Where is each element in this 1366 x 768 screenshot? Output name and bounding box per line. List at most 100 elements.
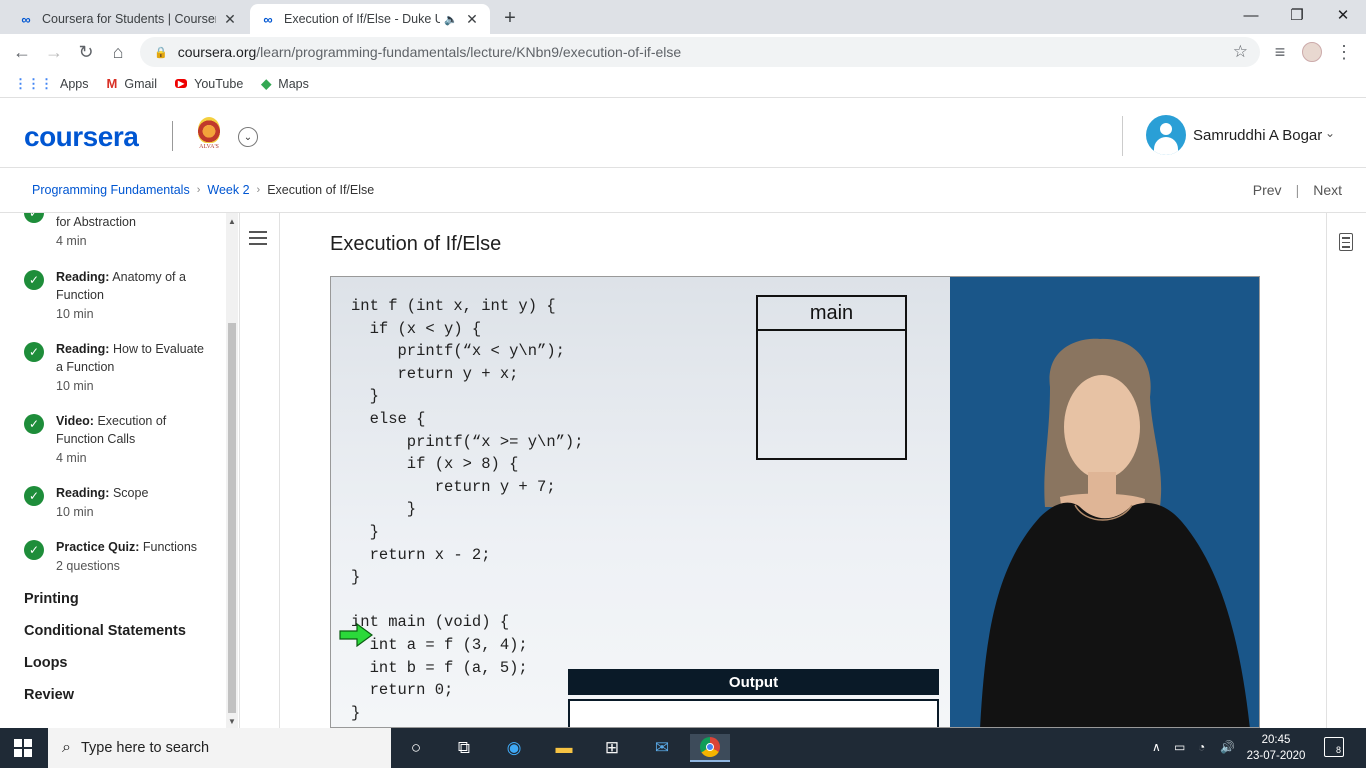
code-line: printf(“x >= y\n”); xyxy=(351,432,584,451)
check-circle-icon: ✓ xyxy=(24,486,44,506)
tab-title: Coursera for Students | Coursera xyxy=(42,12,216,26)
cortana-icon[interactable]: ○ xyxy=(396,734,436,762)
breadcrumb-week[interactable]: Week 2 xyxy=(207,183,249,197)
list-toggle-icon[interactable] xyxy=(249,231,267,249)
scroll-down-icon[interactable]: ▼ xyxy=(228,717,236,726)
minimize-button[interactable]: — xyxy=(1228,0,1274,30)
institution-logo[interactable]: ALVA'S xyxy=(194,117,224,155)
bookmark-label: Gmail xyxy=(124,76,157,91)
wifi-icon[interactable]: ◔ xyxy=(1198,740,1205,754)
windows-start-icon[interactable] xyxy=(14,739,32,757)
taskbar-clock[interactable]: 20:45 23-07-2020 xyxy=(1244,732,1308,764)
bookmark-label: Apps xyxy=(60,76,89,91)
user-avatar-icon[interactable] xyxy=(1146,115,1186,155)
notification-center-icon[interactable]: 8 xyxy=(1324,737,1344,757)
sidebar-item-label: Functions xyxy=(142,540,198,554)
volume-icon[interactable]: 🔊 xyxy=(1220,740,1235,754)
video-player[interactable]: int f (int x, int y) { if (x < y) { prin… xyxy=(330,276,1260,728)
gmail-icon: M xyxy=(106,76,118,91)
speaker-icon[interactable]: 🔈 xyxy=(444,13,458,26)
sidebar-item-scope[interactable]: ✓ Reading: Scope 10 min xyxy=(24,484,214,522)
mail-icon[interactable]: ✉ xyxy=(642,734,682,762)
breadcrumb-bar: Programming Fundamentals › Week 2 › Exec… xyxy=(0,168,1366,213)
media-control-icon[interactable]: ≡ xyxy=(1268,40,1292,64)
microsoft-store-icon[interactable]: ⊞ xyxy=(592,734,632,762)
sidebar-item-type: Reading: xyxy=(56,342,110,356)
prev-button[interactable]: Prev xyxy=(1253,182,1282,198)
coursera-logo[interactable]: coursera xyxy=(24,121,139,153)
file-explorer-icon[interactable]: ▬ xyxy=(544,734,584,762)
sidebar-section-review[interactable]: Review xyxy=(24,687,74,703)
output-area xyxy=(568,699,939,727)
apps-grid-icon: ⋮⋮⋮ xyxy=(14,75,53,91)
code-line: if (x > 8) { xyxy=(351,455,519,474)
sidebar-item-label: Scope xyxy=(112,486,149,500)
sidebar-item-meta: 10 min xyxy=(56,307,94,321)
close-icon[interactable]: ✕ xyxy=(222,11,238,27)
breadcrumb-course[interactable]: Programming Fundamentals xyxy=(32,183,190,197)
bookmark-youtube[interactable]: ▶ YouTube xyxy=(175,77,243,91)
breadcrumb: Programming Fundamentals › Week 2 › Exec… xyxy=(32,183,374,197)
sidebar-item-type: Practice Quiz: xyxy=(56,540,140,554)
sidebar-section-printing[interactable]: Printing xyxy=(24,591,79,607)
sidebar-item-execution-of-function-calls[interactable]: ✓ Video: Execution of Function Calls 4 m… xyxy=(24,412,214,468)
code-line: int b = f (a, 5); xyxy=(351,658,528,677)
user-menu-chevron-icon[interactable]: ⌄ xyxy=(1325,126,1335,140)
sidebar-item-type: Reading: xyxy=(56,270,110,284)
sidebar-item-anatomy-of-a-function[interactable]: ✓ Reading: Anatomy of a Function 10 min xyxy=(24,268,214,324)
chrome-taskbar-icon[interactable] xyxy=(690,734,730,762)
bookmark-apps[interactable]: ⋮⋮⋮ Apps xyxy=(14,76,89,92)
home-button[interactable]: ⌂ xyxy=(106,40,130,64)
sidebar-section-loops[interactable]: Loops xyxy=(24,655,68,671)
prev-next-nav: Prev | Next xyxy=(1253,182,1342,198)
tab-execution-of-if-else[interactable]: ∞ Execution of If/Else - Duke U 🔈 ✕ xyxy=(250,4,490,34)
sidebar-item-how-to-evaluate[interactable]: ✓ Reading: How to Evaluate a Function 10… xyxy=(24,340,214,396)
breadcrumb-chevron-icon: › xyxy=(196,184,201,196)
back-button[interactable]: ← xyxy=(10,40,34,64)
user-name[interactable]: Samruddhi A Bogar xyxy=(1193,127,1322,144)
chevron-down-icon[interactable]: ⌄ xyxy=(238,127,258,147)
notes-icon[interactable] xyxy=(1339,233,1353,251)
check-circle-icon: ✓ xyxy=(24,213,44,223)
next-button[interactable]: Next xyxy=(1313,182,1342,198)
sidebar-scrollbar[interactable]: ▲ ▼ xyxy=(226,213,238,728)
scroll-up-icon[interactable]: ▲ xyxy=(228,217,236,226)
task-view-icon[interactable]: ⧉ xyxy=(444,734,484,762)
bookmark-gmail[interactable]: M Gmail xyxy=(107,76,158,91)
search-icon: ⌕ xyxy=(62,739,71,756)
close-window-button[interactable]: ✕ xyxy=(1320,0,1366,30)
presenter-video xyxy=(950,277,1259,727)
sidebar-section-conditional-statements[interactable]: Conditional Statements xyxy=(24,623,186,639)
tray-chevron-up-icon[interactable]: ∧ xyxy=(1152,740,1161,754)
bookmark-maps[interactable]: ◆ Maps xyxy=(261,76,309,92)
check-circle-icon: ✓ xyxy=(24,540,44,560)
scrollbar-thumb[interactable] xyxy=(228,323,236,713)
close-icon[interactable]: ✕ xyxy=(464,11,480,27)
code-line: if (x < y) { xyxy=(351,319,482,338)
taskbar-search-input[interactable]: ⌕ Type here to search xyxy=(48,728,391,768)
battery-icon[interactable]: ▭ xyxy=(1174,740,1185,754)
reload-button[interactable]: ↻ xyxy=(74,40,98,64)
youtube-icon: ▶ xyxy=(175,79,188,88)
breadcrumb-current: Execution of If/Else xyxy=(267,183,375,197)
institution-label: ALVA'S xyxy=(199,144,219,150)
sidebar-item-partial[interactable]: ✓ for Abstraction 4 min xyxy=(24,213,214,251)
bookmark-star-icon[interactable]: ☆ xyxy=(1233,42,1248,62)
sidebar-item-type: Reading: xyxy=(56,486,110,500)
course-sidebar: ✓ for Abstraction 4 min ✓ Reading: Anato… xyxy=(0,213,240,728)
sidebar-item-practice-quiz-functions[interactable]: ✓ Practice Quiz: Functions 2 questions xyxy=(24,538,214,576)
forward-button[interactable]: → xyxy=(42,40,66,64)
sidebar-item-type: Video: xyxy=(56,414,94,428)
windows-taskbar: ⌕ Type here to search ○ ⧉ ◉ ▬ ⊞ ✉ ∧ ▭ ◔ … xyxy=(0,728,1366,768)
coursera-favicon-icon: ∞ xyxy=(21,11,31,27)
maps-icon: ◆ xyxy=(261,75,272,91)
restore-button[interactable]: ❐ xyxy=(1274,0,1320,30)
edge-browser-icon[interactable]: ◉ xyxy=(494,734,534,762)
menu-icon[interactable]: ⋮ xyxy=(1332,40,1356,64)
check-circle-icon: ✓ xyxy=(24,414,44,434)
institution-seal-icon xyxy=(198,117,220,143)
new-tab-button[interactable]: + xyxy=(498,6,522,30)
profile-avatar-icon[interactable] xyxy=(1300,40,1324,64)
tab-coursera-for-students[interactable]: ∞ Coursera for Students | Coursera ✕ xyxy=(8,4,248,34)
address-bar[interactable]: 🔒 coursera.org/learn/programming-fundame… xyxy=(140,37,1260,67)
